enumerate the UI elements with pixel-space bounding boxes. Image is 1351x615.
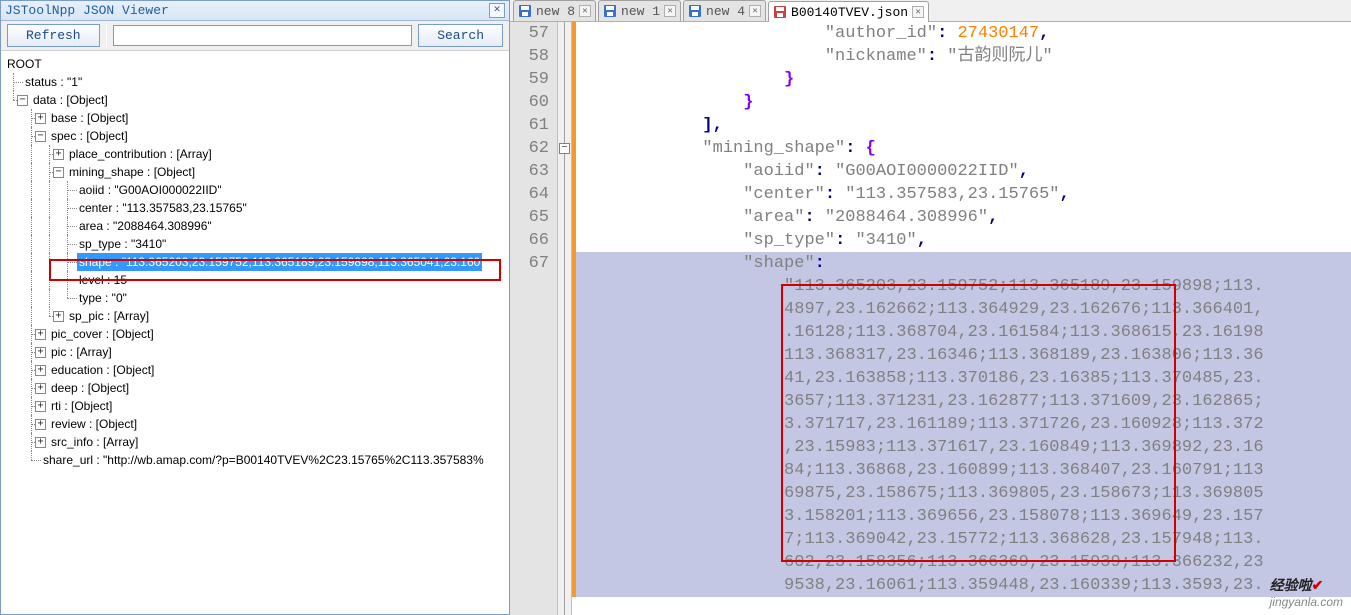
code-line-wrap[interactable]: 3.158201;113.369656,23.158078;113.369649… (576, 505, 1351, 528)
expand-icon[interactable]: − (17, 95, 28, 106)
title-bar: JSToolNpp JSON Viewer ✕ (1, 1, 509, 21)
tab-close-icon[interactable]: ✕ (579, 5, 591, 17)
save-icon (773, 5, 787, 19)
tree-node-place-contribution[interactable]: + place_contribution : [Array] (5, 145, 509, 163)
code-line[interactable]: "area": "2088464.308996", (576, 206, 1351, 229)
code-line-wrap[interactable]: 113.368317,23.16346;113.368189,23.163806… (576, 344, 1351, 367)
fold-gutter: − (558, 22, 572, 615)
tab-close-icon[interactable]: ✕ (749, 5, 761, 17)
tree-node-center[interactable]: center : "113.357583,23.15765" (5, 199, 509, 217)
code-line-wrap[interactable]: 602,23.158356;113.366369,23.15939;113.36… (576, 551, 1351, 574)
search-button[interactable]: Search (418, 24, 503, 47)
code-line-wrap[interactable]: 4897,23.162662;113.364929,23.162676;113.… (576, 298, 1351, 321)
search-input[interactable] (113, 25, 413, 46)
save-icon (518, 4, 532, 18)
close-button[interactable]: ✕ (489, 3, 505, 18)
code-line-wrap[interactable]: 84;113.36868,23.160899;113.368407,23.160… (576, 459, 1351, 482)
toolbar: Refresh Search (1, 21, 509, 51)
tree-node-level[interactable]: level : 15 (5, 271, 509, 289)
tree-node-base[interactable]: + base : [Object] (5, 109, 509, 127)
code-line-wrap[interactable]: 3657;113.371231,23.162877;113.371609,23.… (576, 390, 1351, 413)
code-line[interactable]: ], (576, 114, 1351, 137)
expand-icon[interactable]: + (35, 383, 46, 394)
separator (106, 25, 107, 47)
code-line-wrap[interactable]: 69875,23.158675;113.369805,23.158673;113… (576, 482, 1351, 505)
code-line[interactable]: "aoiid": "G00AOI0000022IID", (576, 160, 1351, 183)
tab-new-8[interactable]: new 8 ✕ (513, 0, 596, 21)
tree-node-data[interactable]: − data : [Object] (5, 91, 509, 109)
tab-label: new 8 (536, 4, 575, 19)
expand-icon[interactable]: + (35, 329, 46, 340)
expand-icon[interactable]: + (35, 365, 46, 376)
expand-icon[interactable]: + (35, 419, 46, 430)
tree-node-aoiid[interactable]: aoiid : "G00AOI000022IID" (5, 181, 509, 199)
tree-node-type[interactable]: type : "0" (5, 289, 509, 307)
tree-node-area[interactable]: area : "2088464.308996" (5, 217, 509, 235)
tab-close-icon[interactable]: ✕ (912, 6, 924, 18)
code-line-wrap[interactable]: 7;113.369042,23.15772;113.368628,23.1579… (576, 528, 1351, 551)
watermark: 经验啦✔ jingyanla.com (1270, 575, 1343, 609)
tree-node-pic[interactable]: + pic : [Array] (5, 343, 509, 361)
tree-node-status[interactable]: status : "1" (5, 73, 509, 91)
expand-icon[interactable]: + (53, 149, 64, 160)
fold-toggle[interactable]: − (559, 143, 570, 154)
code-line-wrap[interactable]: "113.365203,23.159752;113.365189,23.1598… (576, 275, 1351, 298)
tree-node-review[interactable]: + review : [Object] (5, 415, 509, 433)
tree-node-deep[interactable]: + deep : [Object] (5, 379, 509, 397)
tree-node-src-info[interactable]: + src_info : [Array] (5, 433, 509, 451)
expand-icon[interactable]: − (53, 167, 64, 178)
code-line-wrap[interactable]: ,23.15983;113.371617,23.160849;113.36989… (576, 436, 1351, 459)
code-line[interactable]: "sp_type": "3410", (576, 229, 1351, 252)
window-title: JSToolNpp JSON Viewer (5, 3, 169, 18)
save-icon (688, 4, 702, 18)
tree-node-spec[interactable]: − spec : [Object] (5, 127, 509, 145)
json-tree[interactable]: ROOT status : "1" − data : [Object] + ba… (1, 51, 509, 614)
code-line[interactable]: "shape": (576, 252, 1351, 275)
tab-close-icon[interactable]: ✕ (664, 5, 676, 17)
code-editor[interactable]: 5758596061626364656667 − "author_id": 27… (510, 22, 1351, 615)
code-line-wrap[interactable]: 41,23.163858;113.370186,23.16385;113.370… (576, 367, 1351, 390)
code-line-wrap[interactable]: 3.371717,23.161189;113.371726,23.160928;… (576, 413, 1351, 436)
tree-node-education[interactable]: + education : [Object] (5, 361, 509, 379)
tree-root[interactable]: ROOT (5, 55, 509, 73)
code-line[interactable]: "center": "113.357583,23.15765", (576, 183, 1351, 206)
code-line[interactable]: "author_id": 27430147, (576, 22, 1351, 45)
line-number-gutter: 5758596061626364656667 (510, 22, 558, 615)
tab-bar: new 8 ✕ new 1 ✕ new 4 ✕ B00140TVEV.json ✕ (510, 0, 1351, 22)
code-line[interactable]: } (576, 68, 1351, 91)
expand-icon[interactable]: + (35, 347, 46, 358)
json-viewer-panel: JSToolNpp JSON Viewer ✕ Refresh Search R… (0, 0, 510, 615)
tab-label: new 1 (621, 4, 660, 19)
tree-node-mining-shape[interactable]: − mining_shape : [Object] (5, 163, 509, 181)
save-icon (603, 4, 617, 18)
tree-node-sp-pic[interactable]: + sp_pic : [Array] (5, 307, 509, 325)
tree-node-rti[interactable]: + rti : [Object] (5, 397, 509, 415)
code-content[interactable]: "author_id": 27430147, "nickname": "古韵则阮… (576, 22, 1351, 615)
tree-node-sp-type[interactable]: sp_type : "3410" (5, 235, 509, 253)
tab-new-4[interactable]: new 4 ✕ (683, 0, 766, 21)
tree-node-share-url[interactable]: share_url : "http://wb.amap.com/?p=B0014… (5, 451, 509, 469)
refresh-button[interactable]: Refresh (7, 24, 100, 47)
tree-node-shape[interactable]: shape : "113.365203,23.159752;113.365189… (5, 253, 509, 271)
code-line-wrap[interactable]: .16128;113.368704,23.161584;113.368615,2… (576, 321, 1351, 344)
tree-node-pic-cover[interactable]: + pic_cover : [Object] (5, 325, 509, 343)
editor-panel: new 8 ✕ new 1 ✕ new 4 ✕ B00140TVEV.json ✕ 57585… (510, 0, 1351, 615)
code-line[interactable]: "nickname": "古韵则阮儿" (576, 45, 1351, 68)
expand-icon[interactable]: + (53, 311, 64, 322)
code-line-wrap[interactable]: 9538,23.16061;113.359448,23.160339;113.3… (576, 574, 1351, 597)
tab-new-1[interactable]: new 1 ✕ (598, 0, 681, 21)
tab-B00140TVEV-json[interactable]: B00140TVEV.json ✕ (768, 1, 929, 22)
expand-icon[interactable]: + (35, 113, 46, 124)
expand-icon[interactable]: + (35, 437, 46, 448)
tab-label: B00140TVEV.json (791, 5, 908, 20)
code-line[interactable]: } (576, 91, 1351, 114)
code-line[interactable]: "mining_shape": { (576, 137, 1351, 160)
tab-label: new 4 (706, 4, 745, 19)
expand-icon[interactable]: + (35, 401, 46, 412)
expand-icon[interactable]: − (35, 131, 46, 142)
